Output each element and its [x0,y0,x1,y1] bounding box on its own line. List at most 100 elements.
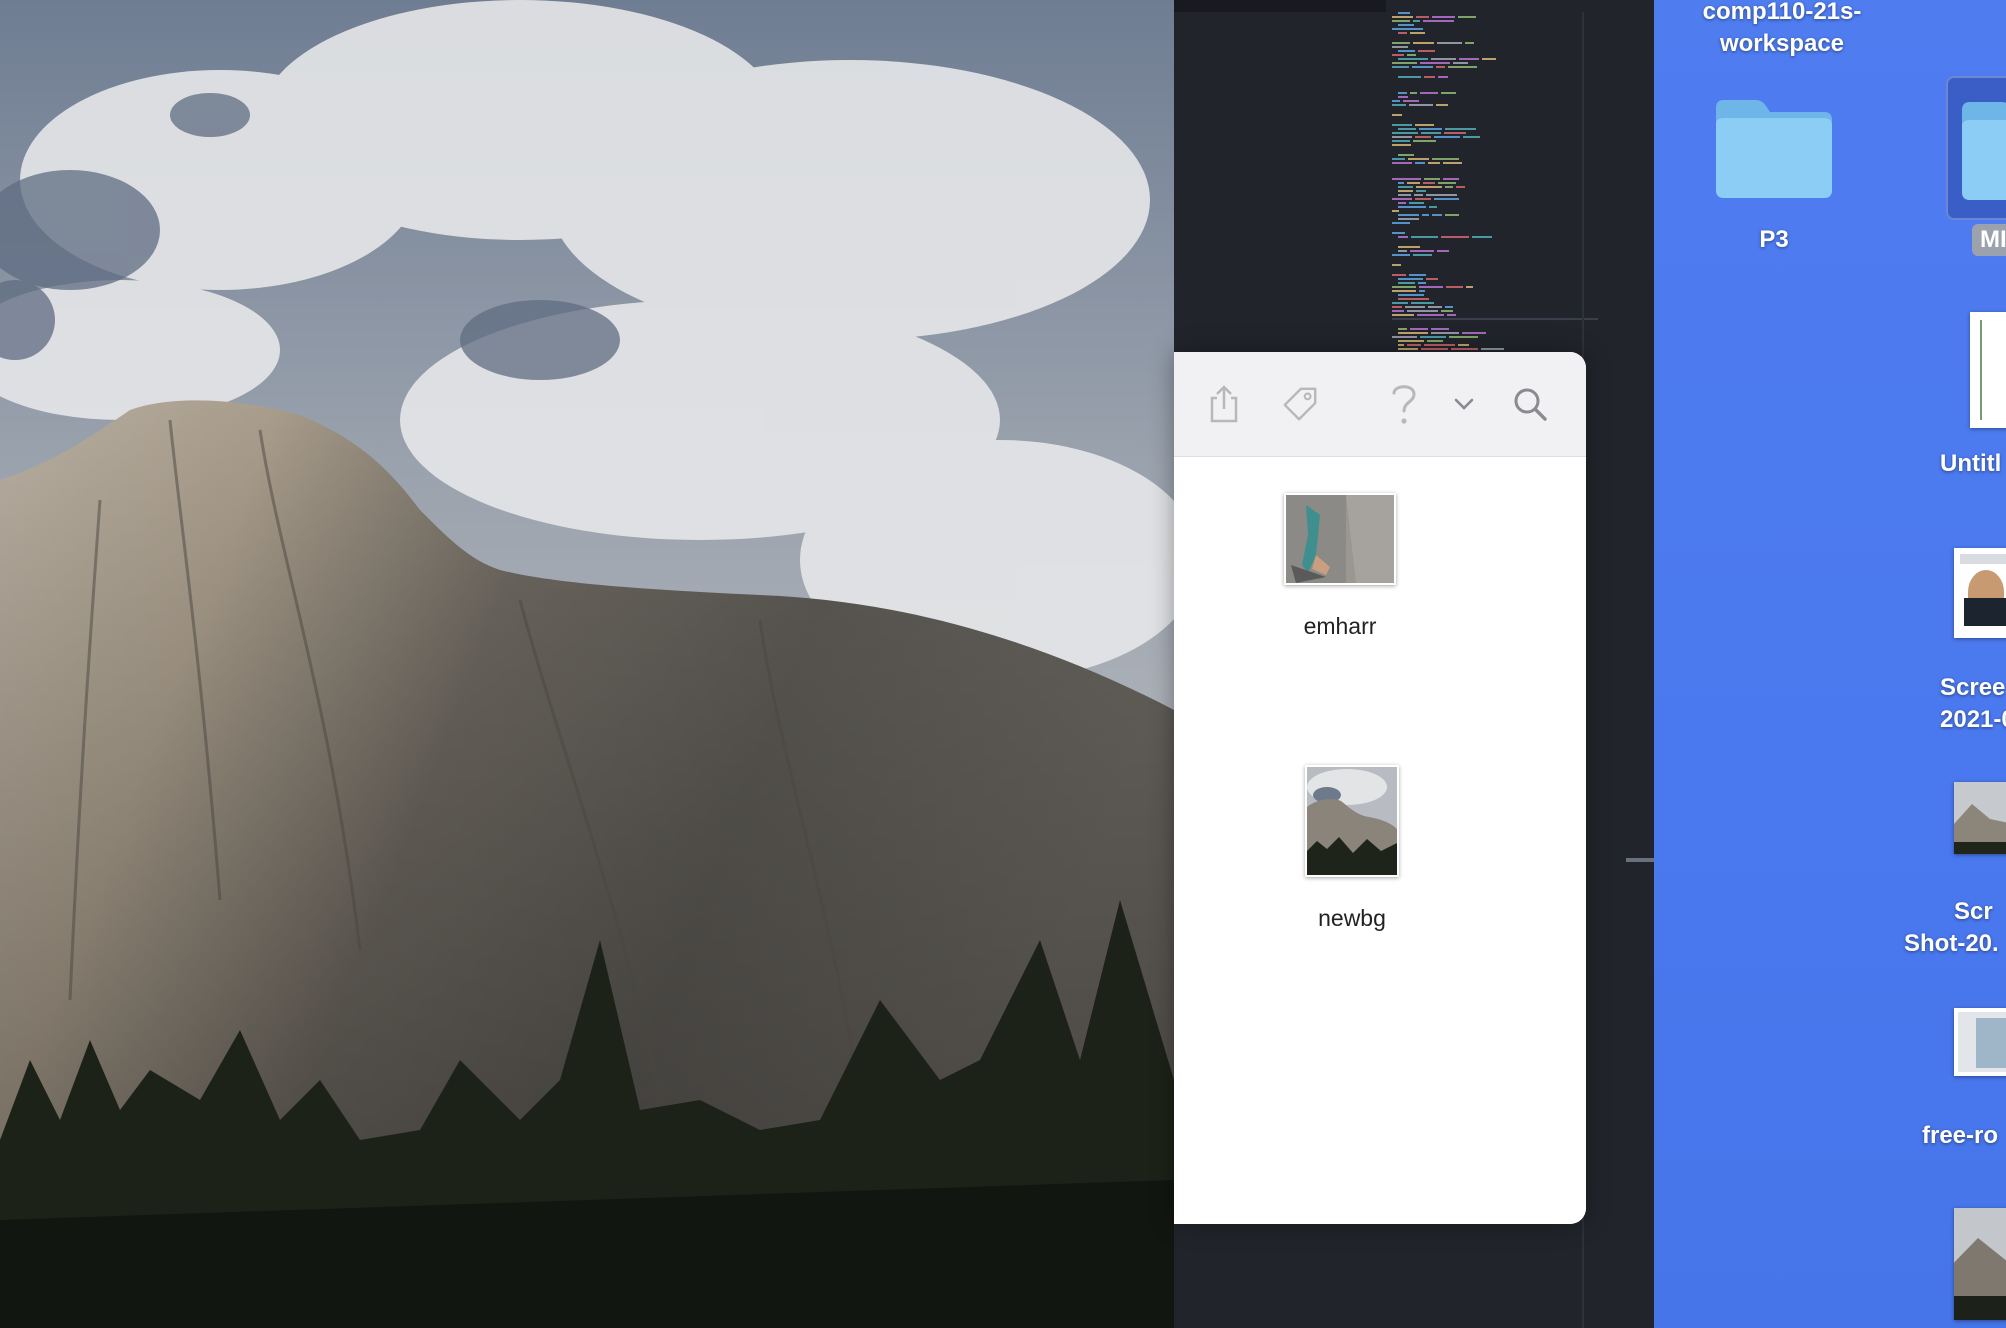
desktop-item-label[interactable]: Untitl [1940,448,2001,480]
minimap-code-line [1438,182,1456,184]
file-thumbnail [1305,765,1399,877]
minimap-code-line [1398,236,1408,238]
minimap-code-line [1438,76,1448,78]
minimap-code-line [1441,92,1456,94]
minimap-code-line [1398,182,1404,184]
desktop-item-label: Scr [1954,898,1993,925]
search-icon[interactable] [1510,382,1550,426]
minimap-code-line [1424,344,1455,346]
finder-window[interactable]: emharr newbg [1174,352,1586,1224]
minimap-code-line [1462,332,1486,334]
desktop-item-label[interactable]: free-ro [1922,1120,1998,1152]
minimap-code-line [1392,286,1416,288]
minimap-code-line [1398,328,1407,330]
minimap-code-line [1415,124,1434,126]
minimap-code-line [1392,306,1402,308]
minimap-code-line [1392,232,1405,234]
document-thumbnail[interactable] [1970,312,2006,428]
minimap-code-line [1419,286,1443,288]
minimap-code-line [1418,282,1426,284]
minimap-code-line [1398,194,1411,196]
minimap-code-line [1447,314,1456,316]
minimap-code-line [1392,46,1408,48]
minimap-code-line [1481,348,1504,350]
minimap-code-line [1441,236,1469,238]
minimap-code-line [1428,306,1442,308]
minimap-code-line [1398,96,1408,98]
minimap-code-line [1424,178,1440,180]
minimap-code-line [1421,348,1448,350]
minimap-code-line [1392,178,1421,180]
minimap-code-line [1431,328,1449,330]
desktop-item-label[interactable]: P3 [1712,224,1836,256]
desktop-item-label[interactable]: Scr Shot-20. [1904,896,1999,960]
editor-tab-bar[interactable] [1174,0,1386,12]
tag-icon[interactable] [1280,382,1320,426]
share-icon[interactable] [1204,382,1244,426]
minimap-code-line [1410,328,1428,330]
image-thumbnail[interactable] [1954,1208,2006,1320]
minimap-code-line [1398,206,1426,208]
desktop-item-workspace[interactable]: comp110-21s- workspace [1682,0,1882,60]
minimap-code-line [1392,302,1408,304]
file-item-emharr[interactable]: emharr [1274,493,1406,640]
minimap-code-line [1410,250,1434,252]
minimap-code-line [1445,306,1453,308]
minimap-code-line [1398,50,1415,52]
minimap-code-line [1409,104,1433,106]
help-icon[interactable] [1384,382,1424,426]
minimap-code-line [1432,16,1455,18]
desktop-item-label-selected[interactable]: MI [1972,224,2006,256]
desktop-item-label[interactable]: Scree 2021-05 [1940,672,2006,736]
screenshot-thumbnail[interactable] [1954,548,2006,638]
minimap-code-line [1445,186,1453,188]
image-thumbnail[interactable] [1954,1008,2006,1076]
selected-folder-highlight[interactable] [1946,76,2006,220]
minimap-code-line [1436,66,1445,68]
minimap-code-line [1419,128,1442,130]
minimap-code-line [1392,54,1404,56]
minimap-code-line [1398,294,1424,296]
minimap-code-line [1392,158,1405,160]
minimap-code-line [1456,186,1465,188]
minimap-code-line [1392,20,1410,22]
minimap-code-line [1415,162,1425,164]
minimap-code-line [1398,128,1416,130]
minimap-code-line [1437,42,1462,44]
minimap-code-line [1432,214,1442,216]
minimap-code-line [1392,62,1417,64]
minimap-code-line [1398,24,1414,26]
minimap-code-line [1398,218,1419,220]
chevron-down-icon[interactable] [1444,382,1484,426]
minimap-code-line [1426,278,1438,280]
desktop-item-label: comp110-21s- [1702,0,1862,25]
minimap-code-line [1445,128,1476,130]
minimap-code-line [1410,32,1425,34]
minimap-code-line [1431,58,1456,60]
minimap-code-line [1459,58,1479,60]
minimap-code-line [1434,198,1459,200]
editor-scroll-marker[interactable] [1626,858,1654,862]
minimap-code-line [1398,250,1407,252]
image-thumbnail[interactable] [1954,782,2006,854]
minimap-code-line [1432,158,1459,160]
minimap-code-line [1392,104,1406,106]
minimap-code-line [1426,194,1457,196]
minimap-code-line [1422,214,1429,216]
minimap-code-line [1392,114,1402,116]
file-item-newbg[interactable]: newbg [1286,765,1418,932]
minimap-code-line [1403,100,1419,102]
minimap-code-line [1392,132,1418,134]
minimap-code-line [1392,16,1413,18]
minimap-code-line [1392,144,1411,146]
minimap-code-line [1445,214,1459,216]
minimap-code-line [1412,66,1433,68]
folder-icon[interactable] [1712,94,1836,205]
minimap-code-line [1407,310,1438,312]
minimap-code-line [1437,250,1449,252]
minimap-code-line [1392,198,1412,200]
editor-minimap[interactable] [1392,10,1588,350]
minimap-code-line [1420,336,1446,338]
file-name-label: emharr [1303,613,1377,639]
minimap-code-line [1398,76,1421,78]
